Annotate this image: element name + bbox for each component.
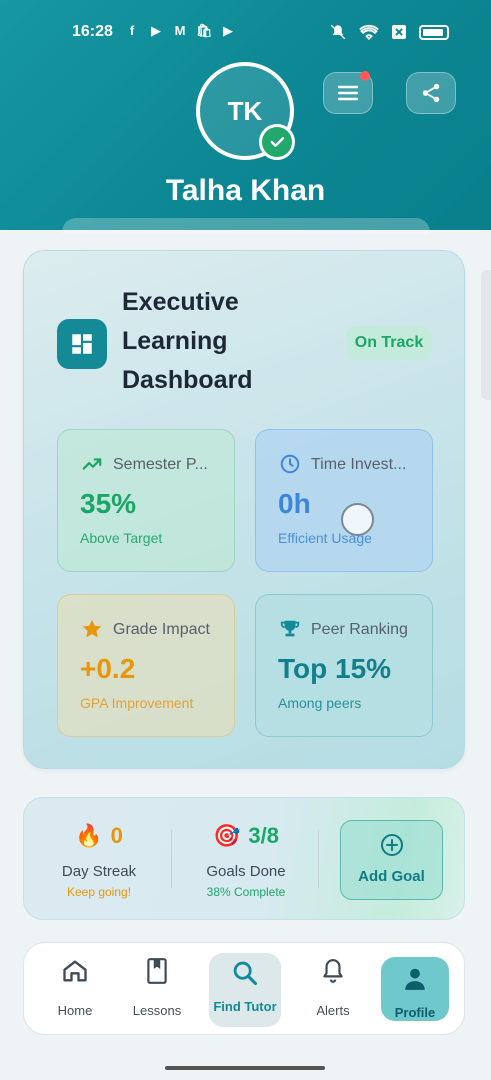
status-time: 16:28 xyxy=(72,23,113,40)
goals-done-sub: 38% Complete xyxy=(206,885,286,899)
day-streak-label: Day Streak xyxy=(61,863,137,880)
stat-value: 35% xyxy=(80,488,137,519)
nav-find-tutor-label: Find Tutor xyxy=(213,999,277,1014)
verified-badge-icon xyxy=(259,124,295,160)
facebook-icon: f xyxy=(129,23,135,38)
star-icon xyxy=(80,617,104,641)
nav-lessons[interactable]: Lessons xyxy=(122,955,192,1023)
stat-label: Semester P... xyxy=(113,456,208,473)
stat-sub: GPA Improvement xyxy=(80,695,194,711)
fire-icon: 🔥 xyxy=(75,823,103,848)
stat-sub: Among peers xyxy=(278,695,362,711)
nav-home-label: Home xyxy=(57,1003,93,1018)
bell-icon xyxy=(298,955,368,987)
video-icon: ▶ xyxy=(223,23,233,38)
share-button[interactable] xyxy=(406,72,456,114)
add-circle-icon xyxy=(381,834,403,856)
day-streak-value: 0 xyxy=(110,823,123,848)
stat-label: Grade Impact xyxy=(113,621,210,638)
nav-profile-label: Profile xyxy=(394,1005,436,1020)
stat-card-ranking[interactable]: Peer Ranking Top 15% Among peers xyxy=(255,594,433,737)
divider xyxy=(318,830,319,888)
touch-indicator xyxy=(341,503,374,536)
nav-lessons-label: Lessons xyxy=(132,1003,182,1018)
nav-find-tutor[interactable]: Find Tutor xyxy=(209,953,281,1027)
bottom-navigation: Home Lessons Find Tutor Alerts Profile xyxy=(23,942,465,1035)
dashboard-icon xyxy=(57,319,107,369)
status-badge: On Track xyxy=(346,326,432,360)
add-goal-label: Add Goal xyxy=(358,868,425,885)
wifi-icon xyxy=(359,25,379,40)
add-goal-button[interactable]: Add Goal xyxy=(340,820,443,900)
nav-profile[interactable]: Profile xyxy=(381,957,449,1021)
streak-card: 🔥 0 Day Streak Keep going! 🎯 3/8 Goals D… xyxy=(23,797,465,920)
no-sim-icon xyxy=(392,25,406,39)
hamburger-icon xyxy=(337,85,359,101)
goals-done: 🎯 3/8 Goals Done 38% Complete xyxy=(196,823,296,899)
day-streak-sub: Keep going! xyxy=(66,885,132,899)
gmail-icon: M xyxy=(174,23,186,38)
stat-card-time[interactable]: Time Invest... 0h Efficient Usage xyxy=(255,429,433,572)
battery-icon xyxy=(419,24,449,40)
home-icon xyxy=(40,955,110,987)
user-name: Talha Khan xyxy=(165,174,326,207)
stat-label: Time Invest... xyxy=(311,456,407,473)
person-icon xyxy=(381,963,449,995)
shop-icon: 🛍 xyxy=(196,23,213,38)
avatar-initials: TK xyxy=(227,95,263,126)
search-icon xyxy=(209,957,281,989)
youtube-icon: ▶ xyxy=(151,23,161,38)
header-tab xyxy=(62,218,430,234)
goals-done-value: 3/8 xyxy=(248,823,279,848)
menu-button[interactable] xyxy=(323,71,373,114)
stat-card-grade[interactable]: Grade Impact +0.2 GPA Improvement xyxy=(57,594,235,737)
trending-up-icon xyxy=(80,452,104,476)
share-icon xyxy=(422,83,440,103)
trophy-icon xyxy=(278,617,302,641)
notification-dot xyxy=(360,71,370,81)
stat-label: Peer Ranking xyxy=(311,621,408,638)
goals-done-label: Goals Done xyxy=(206,863,286,880)
stat-value: 0h xyxy=(278,488,311,519)
nav-alerts[interactable]: Alerts xyxy=(298,955,368,1023)
executive-dashboard-card: Executive Learning Dashboard On Track Se… xyxy=(23,250,465,769)
system-icons xyxy=(329,23,449,41)
dashboard-title: Executive Learning Dashboard xyxy=(122,288,253,394)
stat-card-semester[interactable]: Semester P... 35% Above Target xyxy=(57,429,235,572)
profile-header: 16:28 f ▶ M 🛍 ▶ TK Talha Khan xyxy=(0,0,491,234)
notification-icons: f ▶ M 🛍 ▶ xyxy=(124,23,236,39)
stat-sub: Above Target xyxy=(80,530,163,546)
nav-home[interactable]: Home xyxy=(40,955,110,1023)
status-bar: 16:28 f ▶ M 🛍 ▶ xyxy=(0,20,491,46)
target-icon: 🎯 xyxy=(213,823,241,848)
clock-icon xyxy=(278,452,302,476)
stat-value: +0.2 xyxy=(80,653,136,684)
side-edge-handle[interactable] xyxy=(481,270,491,400)
home-indicator[interactable] xyxy=(165,1066,325,1070)
mute-icon xyxy=(330,24,346,40)
book-icon xyxy=(122,955,192,987)
stat-value: Top 15% xyxy=(278,653,392,684)
day-streak: 🔥 0 Day Streak Keep going! xyxy=(54,823,144,899)
nav-alerts-label: Alerts xyxy=(316,1003,350,1018)
divider xyxy=(171,830,172,888)
